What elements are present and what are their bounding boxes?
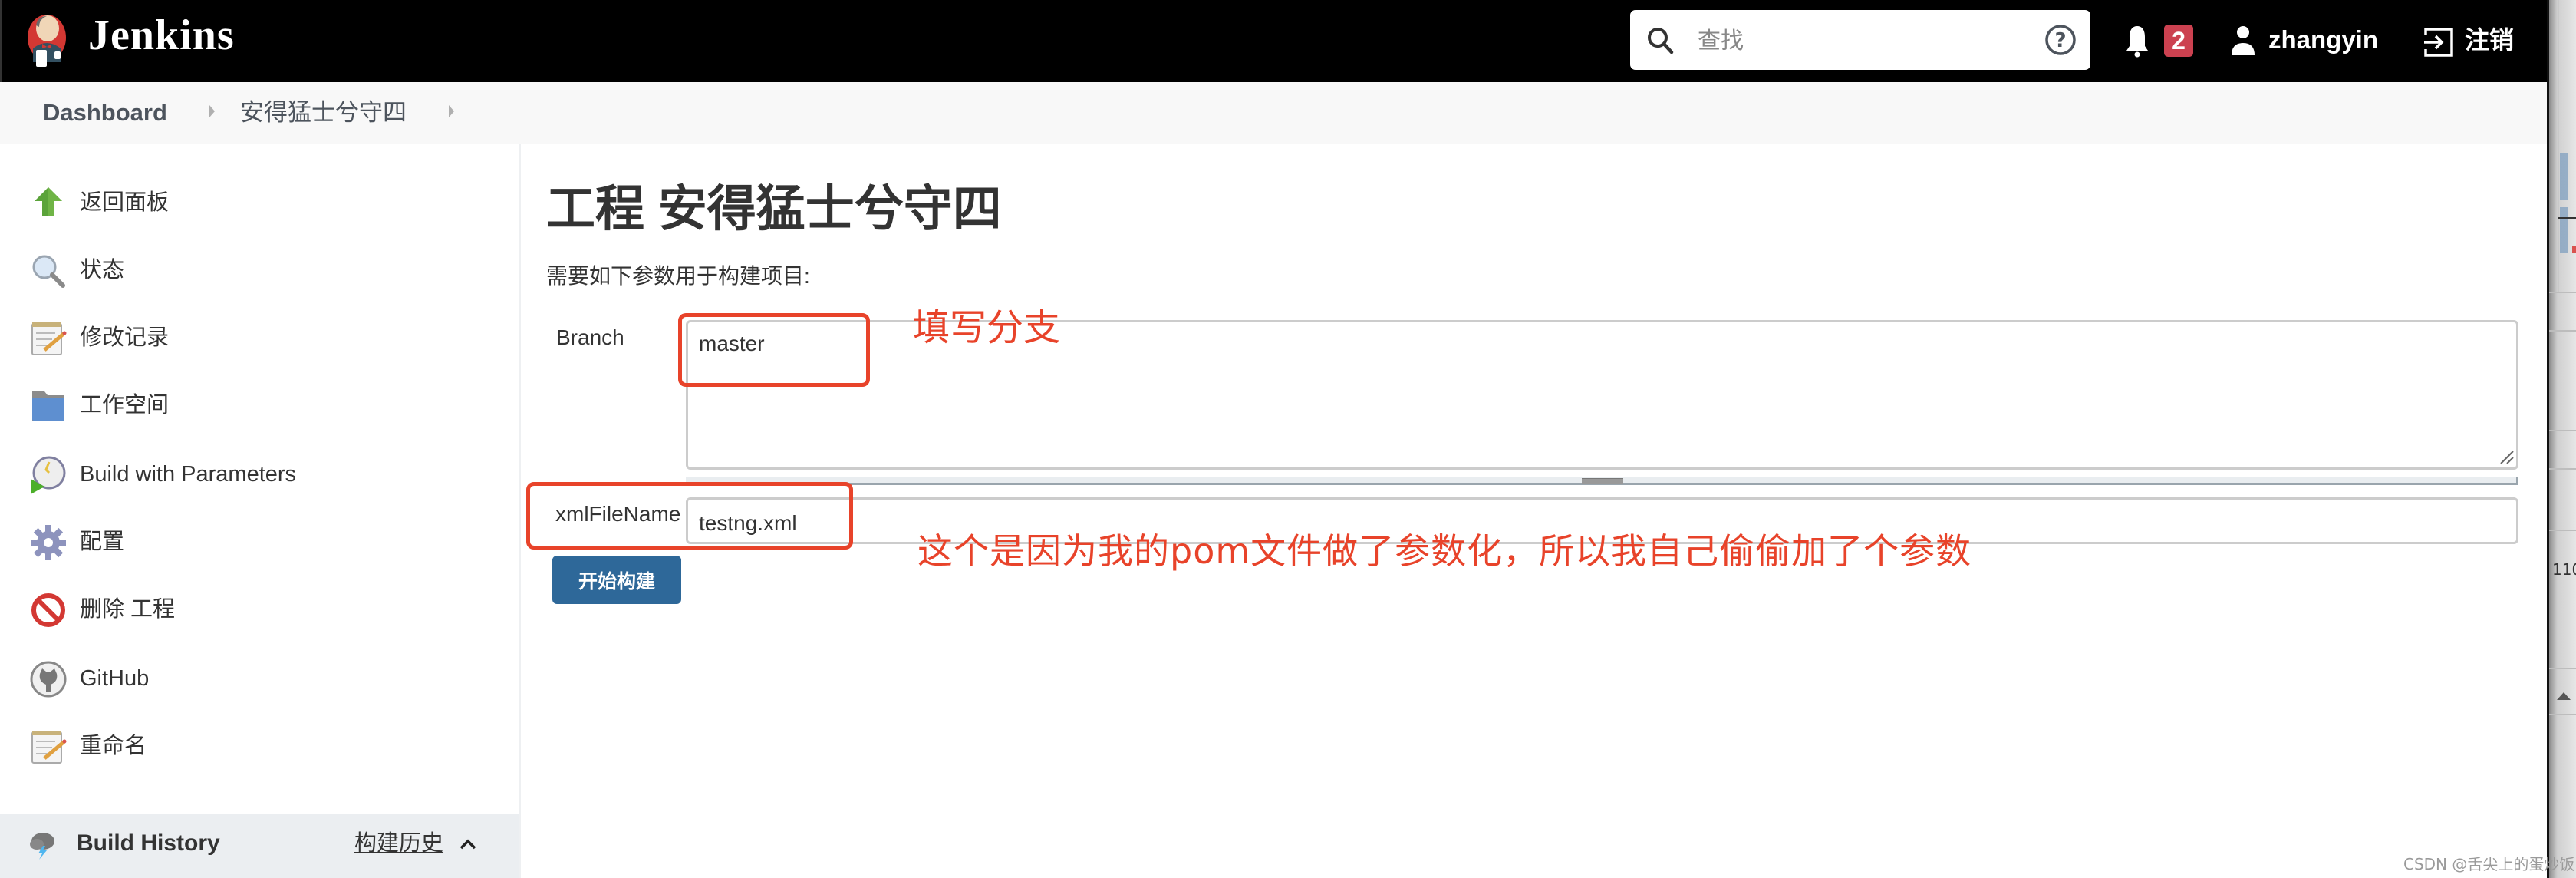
watermark: CSDN @舌尖上的蛋炒饭 [2403, 855, 2575, 873]
jenkins-logo-icon[interactable] [25, 10, 68, 70]
github-icon [30, 661, 67, 698]
help-icon[interactable]: ? [2044, 24, 2077, 56]
bg-up-triangle-icon [2557, 692, 2571, 700]
page-header: Jenkins ? 2 zhangyin 注销 [0, 0, 2547, 82]
textarea-resize-bar[interactable] [686, 477, 2518, 485]
sidebar-item-changes[interactable]: 修改记录 [0, 310, 519, 365]
sidebar-item-label: 状态 [80, 258, 125, 282]
no-entry-icon [31, 593, 65, 627]
bg-rule [2549, 430, 2576, 431]
bg-divider [2558, 0, 2559, 292]
brand-title[interactable]: Jenkins [88, 11, 235, 60]
notepad-icon [31, 731, 67, 764]
sidebar-item-label: 重命名 [80, 734, 147, 758]
svg-text:?: ? [2054, 29, 2066, 52]
sidebar-item-github[interactable]: GitHub [0, 651, 519, 706]
sidebar-item-label: Build with Parameters [80, 462, 297, 487]
cloud-lightning-icon [30, 833, 54, 860]
branch-label: Branch [556, 325, 624, 349]
user-link[interactable]: zhangyin [2268, 21, 2378, 58]
sidebar-item-configure[interactable]: 配置 [0, 514, 519, 569]
notepad-icon [31, 322, 67, 355]
bg-rule [2549, 668, 2576, 669]
build-history-panel: Build History 构建历史 [0, 814, 519, 878]
search-box[interactable]: ? [1630, 10, 2090, 70]
search-icon [1648, 28, 1674, 54]
sidebar-item-workspace[interactable]: 工作空间 [0, 378, 519, 433]
bg-rule [2549, 530, 2576, 531]
folder-icon [32, 391, 64, 421]
clock-play-icon [31, 456, 66, 494]
bg-mark [2572, 246, 2576, 253]
annotation-highlight-box [526, 482, 853, 550]
chevron-right-icon[interactable] [449, 105, 454, 117]
sidebar-item-status[interactable]: 状态 [0, 243, 519, 298]
breadcrumb-project[interactable]: 安得猛士兮守四 [240, 97, 407, 128]
gear-icon [31, 525, 66, 560]
bg-rule [2549, 330, 2576, 332]
bg-bar [2560, 153, 2568, 200]
breadcrumb: Dashboard 安得猛士兮守四 [0, 82, 2547, 144]
up-arrow-icon [35, 187, 62, 216]
sidebar-item-label: 工作空间 [80, 393, 170, 418]
chevron-right-icon[interactable] [209, 105, 215, 117]
drag-handle[interactable] [1582, 478, 1623, 484]
build-history-title: Build History [77, 830, 220, 856]
breadcrumb-dashboard[interactable]: Dashboard [43, 97, 167, 128]
annotation-highlight-box [678, 313, 870, 387]
sidebar-item-label: 删除 工程 [80, 597, 176, 622]
bg-bar [2560, 207, 2568, 253]
chevron-up-icon[interactable] [459, 835, 477, 853]
sidebar-item-label: GitHub [80, 666, 150, 691]
sidebar-item-back-to-dashboard[interactable]: 返回面板 [0, 175, 519, 230]
sidebar-item-build-with-parameters[interactable]: Build with Parameters [0, 447, 519, 502]
annotation-note: 这个是因为我的pom文件做了参数化，所以我自己偷偷加了个参数 [917, 530, 1972, 572]
sidebar-item-label: 修改记录 [80, 325, 170, 350]
bg-rule [2549, 468, 2576, 470]
sidebar-item-rename[interactable]: 重命名 [0, 718, 519, 774]
bell-icon[interactable] [2126, 23, 2149, 58]
background-window: 110 [2547, 0, 2576, 878]
logout-link[interactable]: 注销 [2465, 21, 2514, 58]
search-input[interactable] [1696, 21, 2021, 61]
page-description: 需要如下参数用于构建项目: [546, 264, 810, 288]
bg-rule [2549, 714, 2576, 715]
bg-line [2558, 217, 2576, 220]
build-button[interactable]: 开始构建 [552, 556, 681, 604]
magnifier-icon [32, 255, 65, 288]
sidebar-item-label: 返回面板 [80, 190, 170, 215]
build-history-link[interactable]: 构建历史 [354, 827, 443, 860]
sidebar-item-label: 配置 [80, 530, 125, 554]
sidebar-item-delete-project[interactable]: 删除 工程 [0, 582, 519, 637]
user-icon [2232, 26, 2255, 55]
bg-rule [2549, 292, 2576, 293]
resize-handle-icon[interactable] [2498, 448, 2515, 465]
bg-number: 110 [2552, 560, 2576, 579]
notification-badge[interactable]: 2 [2164, 25, 2193, 57]
sidebar: 返回面板 状态 修改记录 工作空间 Build with Parameters … [0, 144, 521, 878]
logout-icon[interactable] [2423, 26, 2455, 58]
annotation-note: 填写分支 [913, 306, 1061, 349]
page-title: 工程 安得猛士兮守四 [546, 181, 1002, 236]
